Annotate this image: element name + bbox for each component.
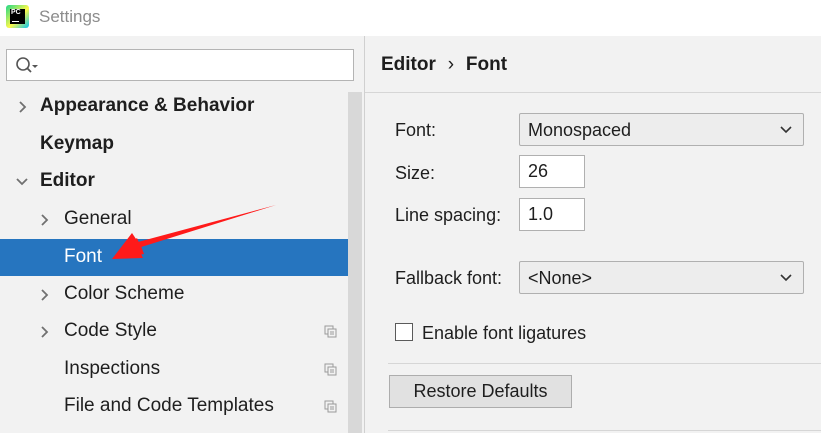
- chevron-down-icon[interactable]: [15, 175, 29, 189]
- sidebar-item-label: Keymap: [40, 133, 114, 154]
- chevron-right-icon[interactable]: [38, 288, 52, 302]
- form-divider-bottom: [388, 430, 821, 431]
- ligatures-checkbox[interactable]: [395, 323, 413, 341]
- form-divider: [388, 363, 821, 364]
- pycharm-app-icon: PC: [6, 5, 29, 28]
- sidebar-item-label: General: [64, 208, 132, 229]
- copy-icon: [324, 400, 337, 413]
- header-divider: [365, 92, 821, 93]
- chevron-right-icon[interactable]: [38, 325, 52, 339]
- copy-icon: [324, 363, 337, 376]
- sidebar-item-appearance-behavior[interactable]: Appearance & Behavior: [0, 88, 348, 125]
- sidebar-item-label: Appearance & Behavior: [40, 95, 255, 116]
- sidebar-item-label: File and Code Templates: [64, 395, 274, 416]
- chevron-right-icon[interactable]: [16, 100, 30, 114]
- settings-search-field[interactable]: [6, 49, 354, 81]
- sidebar-item-label: Editor: [40, 170, 95, 191]
- sidebar-item-keymap[interactable]: Keymap: [0, 126, 348, 163]
- sidebar-item-color-scheme[interactable]: Color Scheme: [0, 276, 348, 313]
- size-field[interactable]: [519, 155, 585, 188]
- sidebar-scrollbar[interactable]: [348, 92, 362, 433]
- sidebar-item-general[interactable]: General: [0, 201, 348, 238]
- title-bar: PC Settings: [0, 0, 821, 36]
- fallback-font-select[interactable]: <None>: [519, 261, 804, 294]
- settings-content: Editor › Font Font: Monospaced Size: Line …: [365, 36, 821, 433]
- sidebar-item-file-code-templates[interactable]: File and Code Templates: [0, 388, 348, 425]
- sidebar-item-label: Font: [64, 246, 103, 267]
- font-label: Font:: [395, 120, 437, 140]
- size-input[interactable]: [520, 156, 584, 187]
- font-select[interactable]: Monospaced: [519, 113, 804, 146]
- window-title: Settings: [39, 7, 101, 26]
- sidebar-item-inspections[interactable]: Inspections: [0, 351, 348, 388]
- search-icon: [16, 57, 38, 73]
- sidebar-item-label: Color Scheme: [64, 283, 185, 304]
- breadcrumb-current: Font: [465, 54, 508, 75]
- chevron-right-icon[interactable]: [38, 213, 52, 227]
- copy-icon: [324, 325, 337, 338]
- sidebar-item-code-style[interactable]: Code Style: [0, 313, 348, 350]
- font-select-value: Monospaced: [528, 120, 632, 140]
- breadcrumb-separator: ›: [447, 54, 455, 75]
- fallback-font-label: Fallback font:: [395, 268, 503, 288]
- sidebar-item-editor[interactable]: Editor: [0, 163, 348, 200]
- line-spacing-label: Line spacing:: [395, 205, 502, 225]
- settings-sidebar: Appearance & Behavior Keymap Editor Gene…: [0, 36, 364, 433]
- sidebar-item-label: Code Style: [64, 320, 157, 341]
- restore-defaults-button[interactable]: Restore Defaults: [389, 375, 572, 408]
- fallback-font-select-value: <None>: [528, 268, 593, 288]
- chevron-down-icon: [780, 126, 792, 134]
- chevron-down-icon: [780, 274, 792, 282]
- sidebar-item-font[interactable]: Font: [0, 239, 362, 276]
- size-label: Size:: [395, 163, 436, 183]
- ligatures-label[interactable]: Enable font ligatures: [422, 323, 586, 344]
- breadcrumb: Editor › Font: [381, 54, 507, 76]
- line-spacing-field[interactable]: [519, 198, 585, 231]
- line-spacing-input[interactable]: [520, 199, 584, 230]
- breadcrumb-parent[interactable]: Editor: [381, 54, 436, 75]
- sidebar-item-label: Inspections: [64, 358, 161, 379]
